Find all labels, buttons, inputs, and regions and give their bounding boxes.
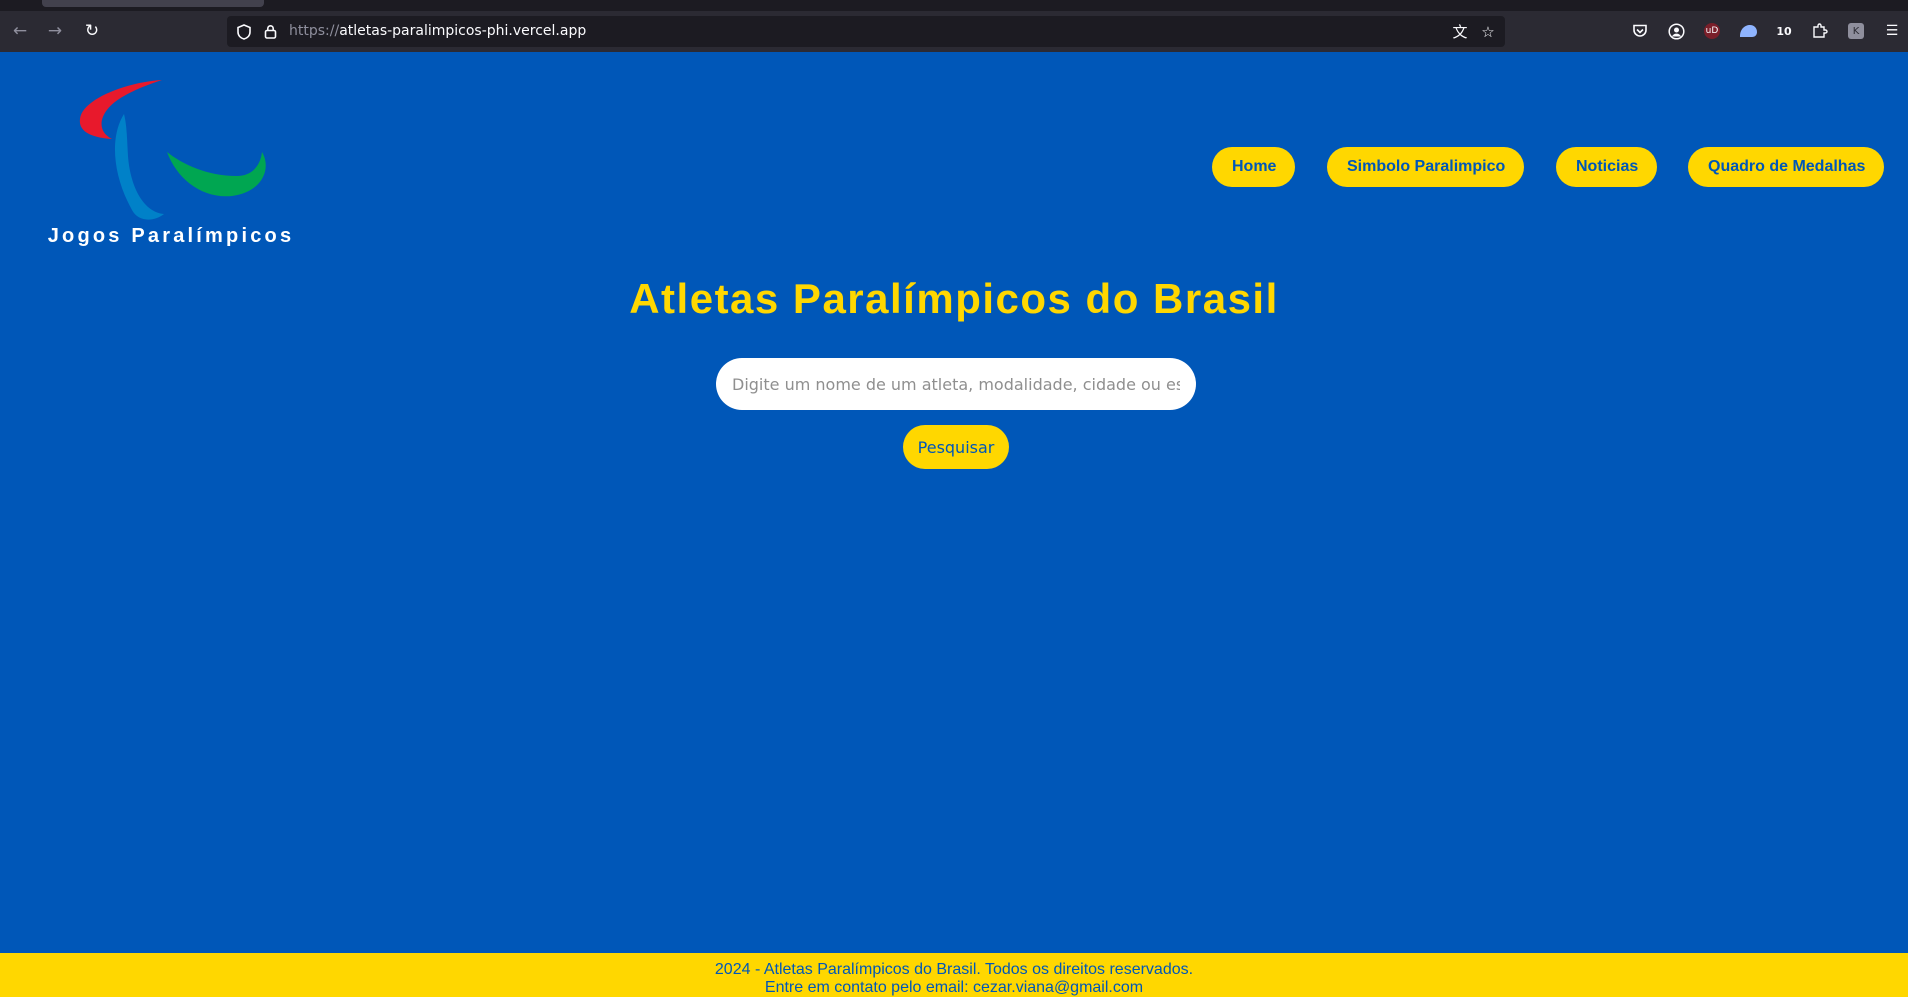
url-text[interactable]: https://atletas-paralimpicos-phi.vercel.…: [289, 16, 586, 47]
nav-quadro-de-medalhas[interactable]: Quadro de Medalhas: [1688, 147, 1884, 187]
paralympic-agitos-logo: [79, 80, 266, 220]
browser-toolbar: ← → ↻ https://atletas-paralimpicos-phi.v…: [0, 0, 1908, 52]
nav-noticias[interactable]: Noticias: [1556, 147, 1657, 187]
main-nav: Home Simbolo Paralimpico Noticias Quadro…: [0, 147, 1908, 187]
nav-home[interactable]: Home: [1212, 147, 1295, 187]
forward-icon[interactable]: →: [43, 19, 67, 43]
bookmark-star-icon[interactable]: ☆: [1477, 16, 1499, 47]
page-title: Atletas Paralímpicos do Brasil: [629, 275, 1279, 322]
site-title: Jogos Paralímpicos: [47, 225, 295, 247]
shield-icon[interactable]: [233, 16, 255, 47]
account-icon[interactable]: [1664, 19, 1688, 43]
extension-k-icon[interactable]: K: [1848, 23, 1864, 39]
nav-simbolo-paralimpico[interactable]: Simbolo Paralimpico: [1327, 147, 1524, 187]
reload-icon[interactable]: ↻: [80, 19, 104, 43]
browser-tab[interactable]: [42, 0, 264, 7]
extension-ghost-icon[interactable]: [1736, 19, 1760, 43]
back-icon[interactable]: ←: [8, 19, 32, 43]
tab-strip: [0, 0, 1908, 11]
ublock-icon[interactable]: uD: [1704, 23, 1720, 39]
lock-icon[interactable]: [259, 16, 281, 47]
translate-icon[interactable]: 文: [1449, 16, 1471, 47]
extension-10-icon[interactable]: 10: [1772, 19, 1796, 43]
menu-icon[interactable]: ☰: [1880, 19, 1904, 43]
footer: 2024 - Atletas Paralímpicos do Brasil. T…: [0, 953, 1908, 997]
search-button[interactable]: Pesquisar: [903, 425, 1009, 469]
page: Jogos Paralímpicos Home Simbolo Paralimp…: [0, 52, 1908, 997]
footer-copyright: 2024 - Atletas Paralímpicos do Brasil. T…: [714, 961, 1194, 978]
footer-contact: Entre em contato pelo email: cezar.viana…: [764, 979, 1144, 996]
pocket-icon[interactable]: [1628, 19, 1652, 43]
address-bar[interactable]: https://atletas-paralimpicos-phi.vercel.…: [227, 16, 1505, 47]
extensions-puzzle-icon[interactable]: [1808, 19, 1832, 43]
search-input[interactable]: [716, 358, 1196, 410]
